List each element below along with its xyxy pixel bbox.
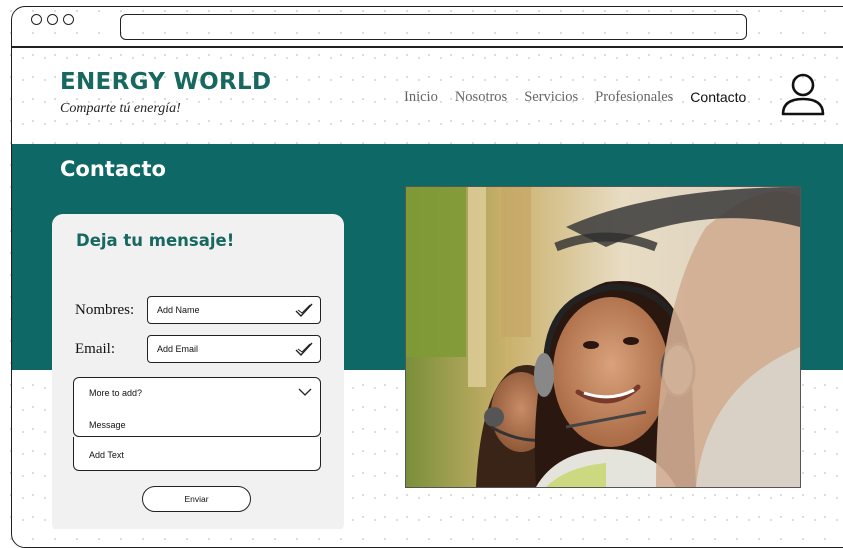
- web-page: ENERGY WORLD Comparte tú energía! Inicio…: [12, 47, 843, 529]
- message-textarea[interactable]: Add Text: [73, 437, 321, 471]
- select-value: More to add?: [89, 388, 143, 398]
- section-title: Contacto: [60, 157, 166, 181]
- chevron-down-icon[interactable]: [298, 388, 312, 397]
- nav-servicios[interactable]: Servicios: [524, 89, 578, 106]
- check-icon: [295, 303, 313, 318]
- nav-contacto[interactable]: Contacto: [690, 89, 746, 106]
- brand-tagline: Comparte tú energía!: [60, 101, 181, 116]
- email-field[interactable]: Add Email: [147, 335, 321, 363]
- more-select[interactable]: More to add? Message: [73, 377, 321, 437]
- check-icon: [295, 342, 313, 357]
- contact-photo: [405, 186, 801, 488]
- email-field-value: Add Email: [157, 344, 199, 354]
- user-icon[interactable]: [780, 71, 826, 117]
- contact-form: Deja tu mensaje! Nombres: Add Name Email…: [52, 214, 344, 529]
- name-field[interactable]: Add Name: [147, 296, 321, 324]
- message-text-value: Add Text: [89, 450, 124, 460]
- form-title: Deja tu mensaje!: [76, 231, 235, 250]
- call-center-image: [406, 187, 800, 487]
- main-nav: Inicio Nosotros Servicios Profesionales …: [404, 89, 763, 106]
- nav-inicio[interactable]: Inicio: [404, 89, 438, 106]
- submit-button[interactable]: Enviar: [142, 486, 251, 512]
- name-label: Nombres:: [75, 302, 135, 318]
- nav-profesionales[interactable]: Profesionales: [595, 89, 673, 106]
- select-option-message[interactable]: Message: [89, 420, 126, 430]
- nav-nosotros[interactable]: Nosotros: [455, 89, 507, 106]
- email-label: Email:: [75, 341, 115, 357]
- brand: ENERGY WORLD Comparte tú energía!: [60, 69, 271, 117]
- name-field-value: Add Name: [157, 305, 200, 315]
- brand-title[interactable]: ENERGY WORLD: [60, 69, 271, 95]
